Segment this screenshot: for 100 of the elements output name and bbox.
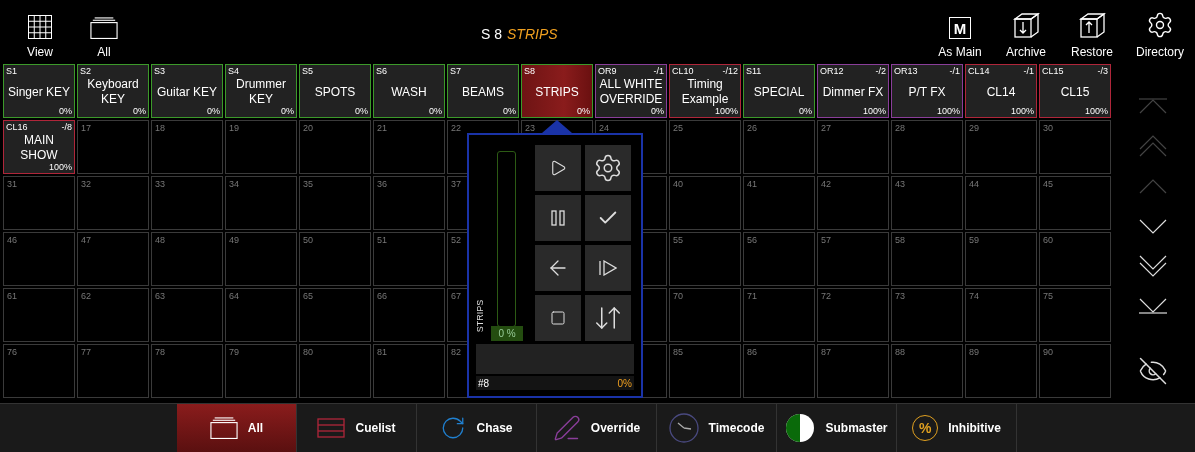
back-button[interactable] — [535, 245, 581, 291]
playback-tile[interactable]: S2 Keyboard KEY 0% — [77, 64, 149, 118]
empty-slot[interactable]: 43 — [891, 176, 963, 230]
toolbar-button[interactable]: View — [0, 0, 80, 62]
empty-slot[interactable]: 46 — [3, 232, 75, 286]
playback-tile[interactable]: CL14 -/1 CL14 100% — [965, 64, 1037, 118]
empty-slot[interactable]: 86 — [743, 344, 815, 398]
empty-slot[interactable]: 81 — [373, 344, 445, 398]
empty-slot[interactable]: 59 — [965, 232, 1037, 286]
playback-tile[interactable]: OR9 -/1 ALL WHITE OVERRIDE 0% — [595, 64, 667, 118]
filter-tab[interactable]: All — [177, 404, 297, 452]
empty-slot[interactable]: 41 — [743, 176, 815, 230]
empty-slot[interactable]: 64 — [225, 288, 297, 342]
stack-icon — [90, 16, 118, 39]
empty-slot[interactable]: 87 — [817, 344, 889, 398]
toolbar-button[interactable]: Archive — [993, 0, 1059, 62]
toolbar-button[interactable]: Restore — [1059, 0, 1125, 62]
playback-level: 0% — [59, 106, 72, 116]
empty-slot[interactable]: 63 — [151, 288, 223, 342]
empty-slot[interactable]: 40 — [669, 176, 741, 230]
fader-track[interactable] — [497, 151, 516, 327]
playback-name: MAIN SHOW — [19, 133, 59, 163]
empty-slot[interactable]: 89 — [965, 344, 1037, 398]
step-button[interactable] — [585, 245, 631, 291]
empty-slot[interactable]: 60 — [1039, 232, 1111, 286]
check-button[interactable] — [585, 195, 631, 241]
playback-tile[interactable]: S4 Drummer KEY 0% — [225, 64, 297, 118]
empty-slot[interactable]: 90 — [1039, 344, 1111, 398]
toolbar-button[interactable]: M As Main — [927, 0, 993, 62]
playback-tile[interactable]: S8 STRIPS 0% — [521, 64, 593, 118]
empty-slot[interactable]: 56 — [743, 232, 815, 286]
visibility-button[interactable] — [1138, 356, 1168, 386]
empty-slot[interactable]: 32 — [77, 176, 149, 230]
empty-slot[interactable]: 65 — [299, 288, 371, 342]
empty-slot[interactable]: 42 — [817, 176, 889, 230]
play-button[interactable] — [535, 145, 581, 191]
empty-slot[interactable]: 58 — [891, 232, 963, 286]
playback-tile[interactable]: S3 Guitar KEY 0% — [151, 64, 223, 118]
empty-slot[interactable]: 88 — [891, 344, 963, 398]
playback-level: 0% — [207, 106, 220, 116]
empty-slot[interactable]: 35 — [299, 176, 371, 230]
empty-slot[interactable]: 61 — [3, 288, 75, 342]
playback-tile[interactable]: S11 SPECIAL 0% — [743, 64, 815, 118]
playback-tile[interactable]: OR13 -/1 P/T FX 100% — [891, 64, 963, 118]
empty-slot[interactable]: 27 — [817, 120, 889, 174]
toolbar-button[interactable]: All — [80, 0, 128, 62]
empty-slot[interactable]: 57 — [817, 232, 889, 286]
empty-slot[interactable]: 71 — [743, 288, 815, 342]
empty-slot[interactable]: 49 — [225, 232, 297, 286]
toolbar-button[interactable]: Directory — [1125, 0, 1195, 62]
empty-slot[interactable]: 29 — [965, 120, 1037, 174]
empty-slot[interactable]: 28 — [891, 120, 963, 174]
empty-slot[interactable]: 48 — [151, 232, 223, 286]
playback-tile[interactable]: CL15 -/3 CL15 100% — [1039, 64, 1111, 118]
playback-tile[interactable]: S1 Singer KEY 0% — [3, 64, 75, 118]
empty-slot[interactable]: 73 — [891, 288, 963, 342]
empty-slot[interactable]: 80 — [299, 344, 371, 398]
empty-slot[interactable]: 31 — [3, 176, 75, 230]
playback-tile[interactable]: CL10 -/12 Timing Example 100% — [669, 64, 741, 118]
empty-slot[interactable]: 76 — [3, 344, 75, 398]
empty-slot[interactable]: 36 — [373, 176, 445, 230]
stop-button[interactable] — [535, 295, 581, 341]
empty-slot[interactable]: 44 — [965, 176, 1037, 230]
playback-level: 0% — [577, 106, 590, 116]
empty-slot[interactable]: 62 — [77, 288, 149, 342]
playback-tile[interactable]: S5 SPOTS 0% — [299, 64, 371, 118]
empty-slot[interactable]: 72 — [817, 288, 889, 342]
playback-tile[interactable]: OR12 -/2 Dimmer FX 100% — [817, 64, 889, 118]
empty-slot[interactable]: 74 — [965, 288, 1037, 342]
slot-number: 46 — [7, 235, 17, 245]
empty-slot[interactable]: 30 — [1039, 120, 1111, 174]
swap-button[interactable] — [585, 295, 631, 341]
empty-slot[interactable]: 85 — [669, 344, 741, 398]
empty-slot[interactable]: 70 — [669, 288, 741, 342]
empty-slot[interactable]: 55 — [669, 232, 741, 286]
empty-slot[interactable]: 50 — [299, 232, 371, 286]
empty-slot[interactable]: 17 — [77, 120, 149, 174]
empty-slot[interactable]: 33 — [151, 176, 223, 230]
empty-slot[interactable]: 45 — [1039, 176, 1111, 230]
empty-slot[interactable]: 79 — [225, 344, 297, 398]
playback-tile[interactable]: CL16 -/8 MAIN SHOW 100% — [3, 120, 75, 174]
empty-slot[interactable]: 19 — [225, 120, 297, 174]
playback-id: S4 — [228, 66, 239, 76]
empty-slot[interactable]: 78 — [151, 344, 223, 398]
empty-slot[interactable]: 21 — [373, 120, 445, 174]
empty-slot[interactable]: 77 — [77, 344, 149, 398]
empty-slot[interactable]: 18 — [151, 120, 223, 174]
empty-slot[interactable]: 66 — [373, 288, 445, 342]
empty-slot[interactable]: 26 — [743, 120, 815, 174]
pause-button[interactable] — [535, 195, 581, 241]
playback-tile[interactable]: S6 WASH 0% — [373, 64, 445, 118]
empty-slot[interactable]: 34 — [225, 176, 297, 230]
playback-tile[interactable]: S7 BEAMS 0% — [447, 64, 519, 118]
empty-slot[interactable]: 51 — [373, 232, 445, 286]
empty-slot[interactable]: 20 — [299, 120, 371, 174]
empty-slot[interactable]: 25 — [669, 120, 741, 174]
settings-button[interactable] — [585, 145, 631, 191]
empty-slot[interactable]: 75 — [1039, 288, 1111, 342]
slot-number: 80 — [303, 347, 313, 357]
empty-slot[interactable]: 47 — [77, 232, 149, 286]
